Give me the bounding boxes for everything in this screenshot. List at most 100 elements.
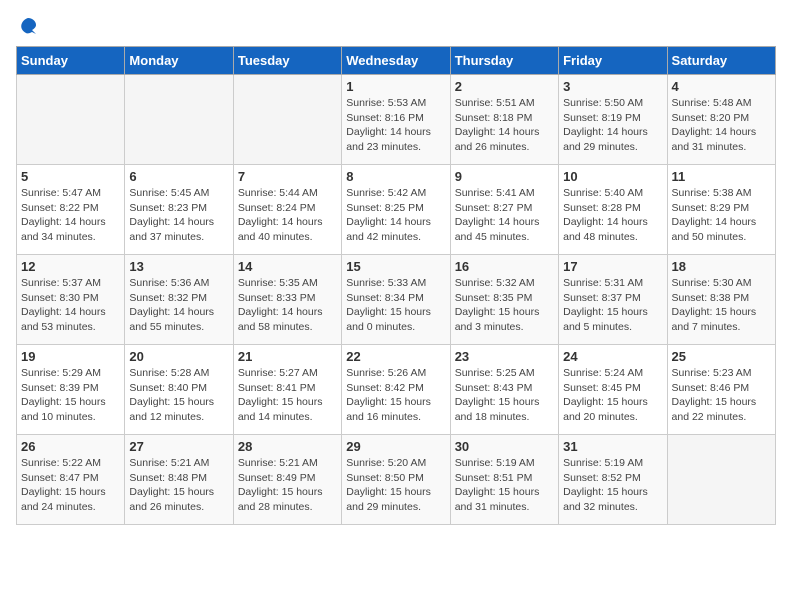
day-number: 5: [21, 169, 120, 184]
calendar-header-row: SundayMondayTuesdayWednesdayThursdayFrid…: [17, 47, 776, 75]
calendar-cell: [667, 435, 775, 525]
column-header-tuesday: Tuesday: [233, 47, 341, 75]
calendar-cell: 1 Sunrise: 5:53 AMSunset: 8:16 PMDaylight…: [342, 75, 450, 165]
calendar-cell: 21 Sunrise: 5:27 AMSunset: 8:41 PMDayligh…: [233, 345, 341, 435]
column-header-friday: Friday: [559, 47, 667, 75]
day-number: 21: [238, 349, 337, 364]
calendar-cell: 13 Sunrise: 5:36 AMSunset: 8:32 PMDayligh…: [125, 255, 233, 345]
calendar-cell: [17, 75, 125, 165]
day-number: 16: [455, 259, 554, 274]
calendar-cell: 10Sunrise: 5:40 AMSunset: 8:28 PMDayligh…: [559, 165, 667, 255]
day-number: 2: [455, 79, 554, 94]
day-info: Sunrise: 5:20 AMSunset: 8:50 PMDaylight:…: [346, 456, 445, 515]
calendar-table: SundayMondayTuesdayWednesdayThursdayFrid…: [16, 46, 776, 525]
day-info: Sunrise: 5:19 AMSunset: 8:52 PMDaylight:…: [563, 456, 662, 515]
column-header-thursday: Thursday: [450, 47, 558, 75]
calendar-cell: 2 Sunrise: 5:51 AMSunset: 8:18 PMDaylight…: [450, 75, 558, 165]
day-info: Sunrise: 5:45 AMSunset: 8:23 PMDaylight:…: [129, 186, 228, 245]
day-info: Sunrise: 5:47 AMSunset: 8:22 PMDaylight:…: [21, 186, 120, 245]
calendar-cell: 22 Sunrise: 5:26 AMSunset: 8:42 PMDayligh…: [342, 345, 450, 435]
day-number: 17: [563, 259, 662, 274]
day-number: 10: [563, 169, 662, 184]
day-info: Sunrise: 5:28 AMSunset: 8:40 PMDaylight:…: [129, 366, 228, 425]
day-number: 19: [21, 349, 120, 364]
calendar-week-row: 19Sunrise: 5:29 AMSunset: 8:39 PMDayligh…: [17, 345, 776, 435]
calendar-cell: 25 Sunrise: 5:23 AMSunset: 8:46 PMDayligh…: [667, 345, 775, 435]
day-info: Sunrise: 5:31 AMSunset: 8:37 PMDaylight:…: [563, 276, 662, 335]
day-info: Sunrise: 5:53 AMSunset: 8:16 PMDaylight:…: [346, 96, 445, 155]
column-header-monday: Monday: [125, 47, 233, 75]
calendar-cell: 14Sunrise: 5:35 AMSunset: 8:33 PMDayligh…: [233, 255, 341, 345]
day-number: 3: [563, 79, 662, 94]
day-number: 26: [21, 439, 120, 454]
day-number: 13: [129, 259, 228, 274]
calendar-week-row: 26 Sunrise: 5:22 AMSunset: 8:47 PMDayligh…: [17, 435, 776, 525]
day-number: 31: [563, 439, 662, 454]
day-number: 11: [672, 169, 771, 184]
day-number: 20: [129, 349, 228, 364]
calendar-cell: 6Sunrise: 5:45 AMSunset: 8:23 PMDaylight…: [125, 165, 233, 255]
calendar-week-row: 1 Sunrise: 5:53 AMSunset: 8:16 PMDaylight…: [17, 75, 776, 165]
calendar-cell: 3Sunrise: 5:50 AMSunset: 8:19 PMDaylight…: [559, 75, 667, 165]
day-number: 29: [346, 439, 445, 454]
calendar-cell: 31 Sunrise: 5:19 AMSunset: 8:52 PMDayligh…: [559, 435, 667, 525]
calendar-cell: 5 Sunrise: 5:47 AMSunset: 8:22 PMDaylight…: [17, 165, 125, 255]
calendar-cell: 24 Sunrise: 5:24 AMSunset: 8:45 PMDayligh…: [559, 345, 667, 435]
calendar-cell: [233, 75, 341, 165]
calendar-cell: 26 Sunrise: 5:22 AMSunset: 8:47 PMDayligh…: [17, 435, 125, 525]
logo-bird-icon: [18, 16, 38, 36]
day-number: 1: [346, 79, 445, 94]
day-number: 28: [238, 439, 337, 454]
day-info: Sunrise: 5:23 AMSunset: 8:46 PMDaylight:…: [672, 366, 771, 425]
day-number: 30: [455, 439, 554, 454]
column-header-sunday: Sunday: [17, 47, 125, 75]
day-number: 9: [455, 169, 554, 184]
day-info: Sunrise: 5:32 AMSunset: 8:35 PMDaylight:…: [455, 276, 554, 335]
day-info: Sunrise: 5:27 AMSunset: 8:41 PMDaylight:…: [238, 366, 337, 425]
day-number: 24: [563, 349, 662, 364]
calendar-week-row: 5 Sunrise: 5:47 AMSunset: 8:22 PMDaylight…: [17, 165, 776, 255]
calendar-cell: 9 Sunrise: 5:41 AMSunset: 8:27 PMDaylight…: [450, 165, 558, 255]
day-info: Sunrise: 5:51 AMSunset: 8:18 PMDaylight:…: [455, 96, 554, 155]
day-number: 25: [672, 349, 771, 364]
calendar-cell: 30 Sunrise: 5:19 AMSunset: 8:51 PMDayligh…: [450, 435, 558, 525]
calendar-week-row: 12 Sunrise: 5:37 AMSunset: 8:30 PMDayligh…: [17, 255, 776, 345]
day-info: Sunrise: 5:36 AMSunset: 8:32 PMDaylight:…: [129, 276, 228, 335]
day-number: 27: [129, 439, 228, 454]
day-info: Sunrise: 5:30 AMSunset: 8:38 PMDaylight:…: [672, 276, 771, 335]
day-info: Sunrise: 5:41 AMSunset: 8:27 PMDaylight:…: [455, 186, 554, 245]
day-info: Sunrise: 5:44 AMSunset: 8:24 PMDaylight:…: [238, 186, 337, 245]
calendar-cell: 23 Sunrise: 5:25 AMSunset: 8:43 PMDayligh…: [450, 345, 558, 435]
day-number: 18: [672, 259, 771, 274]
day-number: 12: [21, 259, 120, 274]
day-info: Sunrise: 5:19 AMSunset: 8:51 PMDaylight:…: [455, 456, 554, 515]
day-info: Sunrise: 5:37 AMSunset: 8:30 PMDaylight:…: [21, 276, 120, 335]
day-number: 23: [455, 349, 554, 364]
day-info: Sunrise: 5:48 AMSunset: 8:20 PMDaylight:…: [672, 96, 771, 155]
day-number: 7: [238, 169, 337, 184]
calendar-cell: 15 Sunrise: 5:33 AMSunset: 8:34 PMDayligh…: [342, 255, 450, 345]
calendar-cell: 29 Sunrise: 5:20 AMSunset: 8:50 PMDayligh…: [342, 435, 450, 525]
calendar-cell: 19Sunrise: 5:29 AMSunset: 8:39 PMDayligh…: [17, 345, 125, 435]
day-info: Sunrise: 5:42 AMSunset: 8:25 PMDaylight:…: [346, 186, 445, 245]
calendar-cell: [125, 75, 233, 165]
day-info: Sunrise: 5:26 AMSunset: 8:42 PMDaylight:…: [346, 366, 445, 425]
column-header-wednesday: Wednesday: [342, 47, 450, 75]
calendar-cell: 20 Sunrise: 5:28 AMSunset: 8:40 PMDayligh…: [125, 345, 233, 435]
day-info: Sunrise: 5:21 AMSunset: 8:49 PMDaylight:…: [238, 456, 337, 515]
day-info: Sunrise: 5:33 AMSunset: 8:34 PMDaylight:…: [346, 276, 445, 335]
day-number: 15: [346, 259, 445, 274]
day-number: 14: [238, 259, 337, 274]
calendar-cell: 12 Sunrise: 5:37 AMSunset: 8:30 PMDayligh…: [17, 255, 125, 345]
day-info: Sunrise: 5:24 AMSunset: 8:45 PMDaylight:…: [563, 366, 662, 425]
calendar-cell: 18 Sunrise: 5:30 AMSunset: 8:38 PMDayligh…: [667, 255, 775, 345]
calendar-cell: 28 Sunrise: 5:21 AMSunset: 8:49 PMDayligh…: [233, 435, 341, 525]
calendar-cell: 16 Sunrise: 5:32 AMSunset: 8:35 PMDayligh…: [450, 255, 558, 345]
logo: [16, 16, 38, 36]
calendar-cell: 17 Sunrise: 5:31 AMSunset: 8:37 PMDayligh…: [559, 255, 667, 345]
day-info: Sunrise: 5:25 AMSunset: 8:43 PMDaylight:…: [455, 366, 554, 425]
day-number: 8: [346, 169, 445, 184]
day-info: Sunrise: 5:22 AMSunset: 8:47 PMDaylight:…: [21, 456, 120, 515]
calendar-cell: 8 Sunrise: 5:42 AMSunset: 8:25 PMDaylight…: [342, 165, 450, 255]
day-number: 22: [346, 349, 445, 364]
